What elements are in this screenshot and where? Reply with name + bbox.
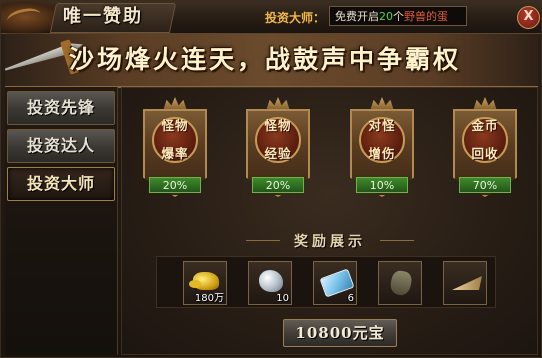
- tab-investment-expert[interactable]: 投资达人: [7, 129, 115, 163]
- item-count: 180万: [194, 293, 224, 304]
- banner: 沙场烽火连天，战鼓声中争霸权: [5, 34, 538, 88]
- reward-slot-scroll[interactable]: 6: [313, 261, 357, 305]
- tab-investment-master[interactable]: 投资大师: [7, 167, 115, 201]
- pouch-icon: [388, 269, 414, 297]
- crown-icon: [370, 97, 394, 111]
- bonus-label-line2: 爆率: [161, 146, 189, 161]
- gold-nugget-icon: [189, 272, 219, 290]
- promo-text: 免费开启20个野兽的蛋: [329, 6, 467, 26]
- bonus-label-line1: 怪物: [161, 118, 189, 133]
- sponsor-window: 唯一赞助 投资大师： 免费开启20个野兽的蛋 X 沙场烽火连天，战鼓声中争霸权 …: [0, 0, 542, 358]
- bonus-percent: 20%: [149, 177, 201, 193]
- promo-prefix: 免费开启: [335, 10, 379, 23]
- sidebar: 投资先锋 投资达人 投资大师: [5, 87, 118, 355]
- crown-icon: [473, 97, 497, 111]
- promo-unit: 个: [393, 10, 404, 23]
- title-bar: 唯一赞助 投资大师： 免费开启20个野兽的蛋 X: [1, 1, 541, 35]
- bonus-label-line2: 回收: [471, 146, 499, 161]
- bonus-label-line1: 金币: [471, 118, 499, 133]
- bonus-percent: 20%: [252, 177, 304, 193]
- purchase-button[interactable]: 10800元宝: [283, 319, 397, 347]
- bonus-label-line2: 增伤: [368, 146, 396, 161]
- reward-title: 奖励展示: [246, 231, 414, 251]
- reward-slot-gold[interactable]: 180万: [183, 261, 227, 305]
- window-title: 唯一赞助: [63, 6, 143, 27]
- bonus-damage: 对怪增伤 10%: [346, 97, 418, 201]
- bonus-percent: 10%: [356, 177, 408, 193]
- banner-slogan: 沙场烽火连天，战鼓声中争霸权: [69, 45, 462, 74]
- close-button[interactable]: X: [517, 6, 540, 29]
- bonus-label: 怪物 经验: [261, 119, 295, 161]
- ore-icon: [259, 270, 283, 292]
- tab-investment-pioneer[interactable]: 投资先锋: [7, 91, 115, 125]
- reward-slot-ore[interactable]: 10: [248, 261, 292, 305]
- bonus-label-line2: 经验: [264, 146, 292, 161]
- reward-slot-pouch[interactable]: [378, 261, 422, 305]
- bonus-label-line1: 对怪: [368, 118, 396, 133]
- bonus-medal: 怪物 爆率: [152, 117, 198, 163]
- bonus-label-line1: 怪物: [264, 118, 292, 133]
- promo-item: 野兽的蛋: [404, 10, 448, 23]
- bonus-percent: 70%: [459, 177, 511, 193]
- bonus-gold-recycle: 金币回收 70%: [449, 97, 521, 201]
- master-label: 投资大师：: [265, 11, 326, 25]
- promo-count: 20: [379, 10, 393, 23]
- bonus-medal: 金币 回收: [462, 117, 508, 163]
- crown-icon: [163, 97, 187, 111]
- item-count: 6: [347, 293, 354, 304]
- bonus-medal: 对怪 增伤: [359, 117, 405, 163]
- item-count: 10: [276, 293, 289, 304]
- bonus-label: 金币 回收: [468, 119, 502, 161]
- bonus-drop-rate: 怪物爆率 20%: [139, 97, 211, 201]
- crown-icon: [266, 97, 290, 111]
- bonus-label: 怪物 爆率: [158, 119, 192, 161]
- horn-icon: [452, 276, 482, 290]
- reward-slot-horn[interactable]: [443, 261, 487, 305]
- bonus-experience: 怪物经验 20%: [242, 97, 314, 201]
- bonus-label: 对怪 增伤: [365, 119, 399, 161]
- bonus-medal: 怪物 经验: [255, 117, 301, 163]
